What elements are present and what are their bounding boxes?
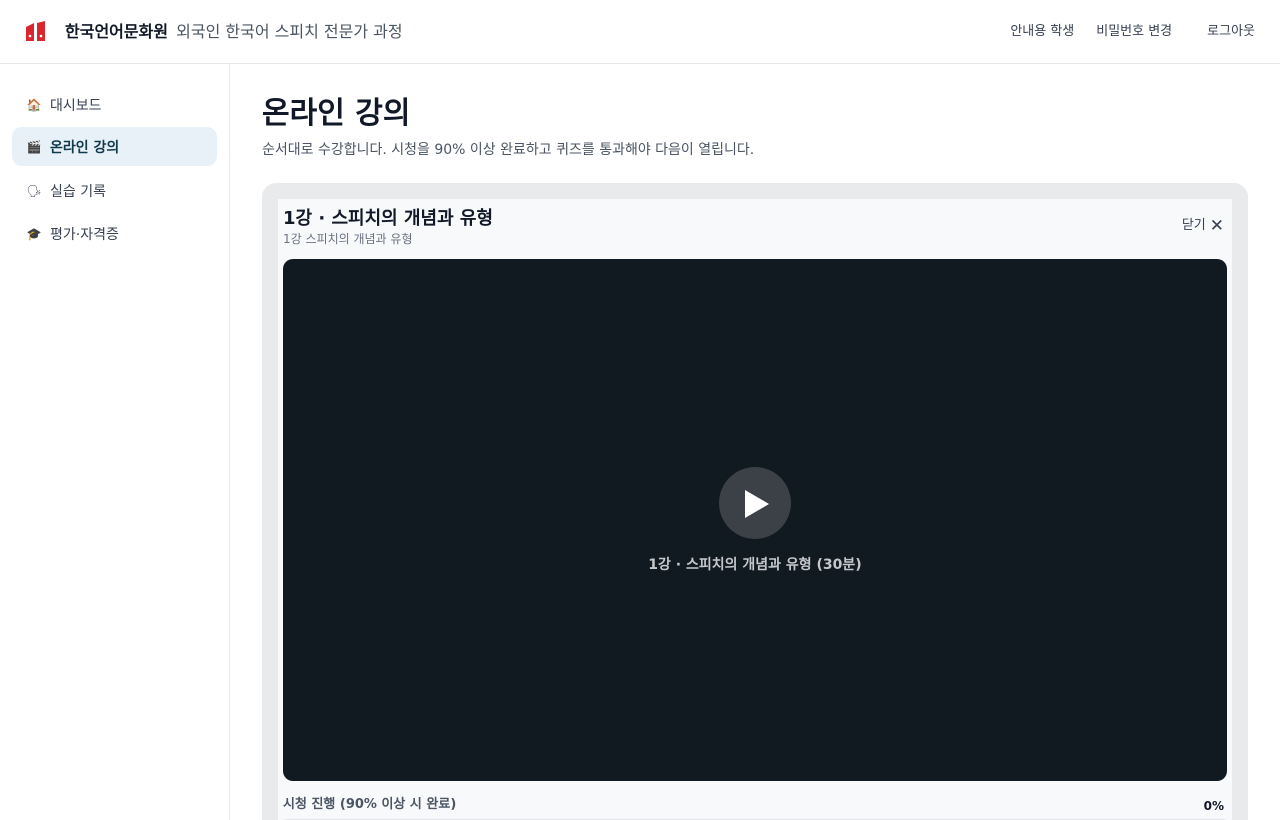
brand-name: 한국언어문화원	[65, 22, 169, 41]
logout-button[interactable]: 로그아웃	[1207, 22, 1255, 42]
lesson-card: 1강 · 스피치의 개념과 유형 1강 스피치의 개념과 유형 닫기 ✕ 1강 …	[278, 199, 1232, 820]
lesson-subtitle: 1강 스피치의 개념과 유형	[283, 232, 413, 246]
play-button[interactable]	[719, 467, 791, 539]
speaking-head-icon: 🗣	[26, 183, 42, 198]
program-name: 외국인 한국어 스피치 전문가 과정	[176, 22, 403, 41]
play-icon	[745, 490, 769, 518]
graduation-cap-icon: 🎓	[26, 226, 42, 241]
video-caption: 1강 · 스피치의 개념과 유형 (30분)	[648, 557, 862, 573]
lesson-title: 1강 · 스피치의 개념과 유형	[283, 208, 494, 229]
house-icon: 🏠	[26, 97, 42, 112]
close-label: 닫기	[1181, 218, 1206, 233]
sidebar-item-dashboard[interactable]: 🏠 대시보드	[12, 85, 217, 124]
progress-value: 0%	[1203, 799, 1224, 813]
top-header: 한국언어문화원 외국인 한국어 스피치 전문가 과정 안내용 학생 비밀번호 변…	[0, 0, 1280, 64]
page-description: 순서대로 수강합니다. 시청을 90% 이상 완료하고 퀴즈를 통과해야 다음이…	[262, 142, 755, 158]
top-nav: 안내용 학생 비밀번호 변경 로그아웃	[1010, 22, 1255, 42]
user-name: 안내용 학생	[1010, 24, 1075, 39]
sidebar: 🏠 대시보드 🎬 온라인 강의 🗣 실습 기록 🎓 평가·자격증	[0, 64, 230, 820]
sidebar-item-evaluation[interactable]: 🎓 평가·자격증	[12, 214, 217, 253]
sidebar-item-label: 실습 기록	[50, 183, 106, 200]
sidebar-item-online-lectures[interactable]: 🎬 온라인 강의	[12, 127, 217, 166]
clapper-icon: 🎬	[26, 139, 42, 154]
brand: 한국언어문화원 외국인 한국어 스피치 전문가 과정	[65, 21, 403, 43]
progress-label: 시청 진행 (90% 이상 시 완료)	[283, 797, 457, 812]
sidebar-item-label: 온라인 강의	[50, 139, 120, 156]
brand-logo-icon	[26, 21, 45, 41]
close-icon: ✕	[1209, 216, 1224, 236]
lesson-panel: 1강 · 스피치의 개념과 유형 1강 스피치의 개념과 유형 닫기 ✕ 1강 …	[262, 183, 1248, 820]
change-password-link[interactable]: 비밀번호 변경	[1096, 22, 1172, 42]
video-player[interactable]: 1강 · 스피치의 개념과 유형 (30분)	[283, 259, 1227, 781]
sidebar-item-label: 대시보드	[50, 97, 102, 114]
page-title: 온라인 강의	[262, 96, 411, 131]
sidebar-item-practice-log[interactable]: 🗣 실습 기록	[12, 171, 217, 210]
sidebar-item-label: 평가·자격증	[50, 226, 119, 243]
close-button[interactable]: 닫기 ✕	[1182, 216, 1224, 236]
